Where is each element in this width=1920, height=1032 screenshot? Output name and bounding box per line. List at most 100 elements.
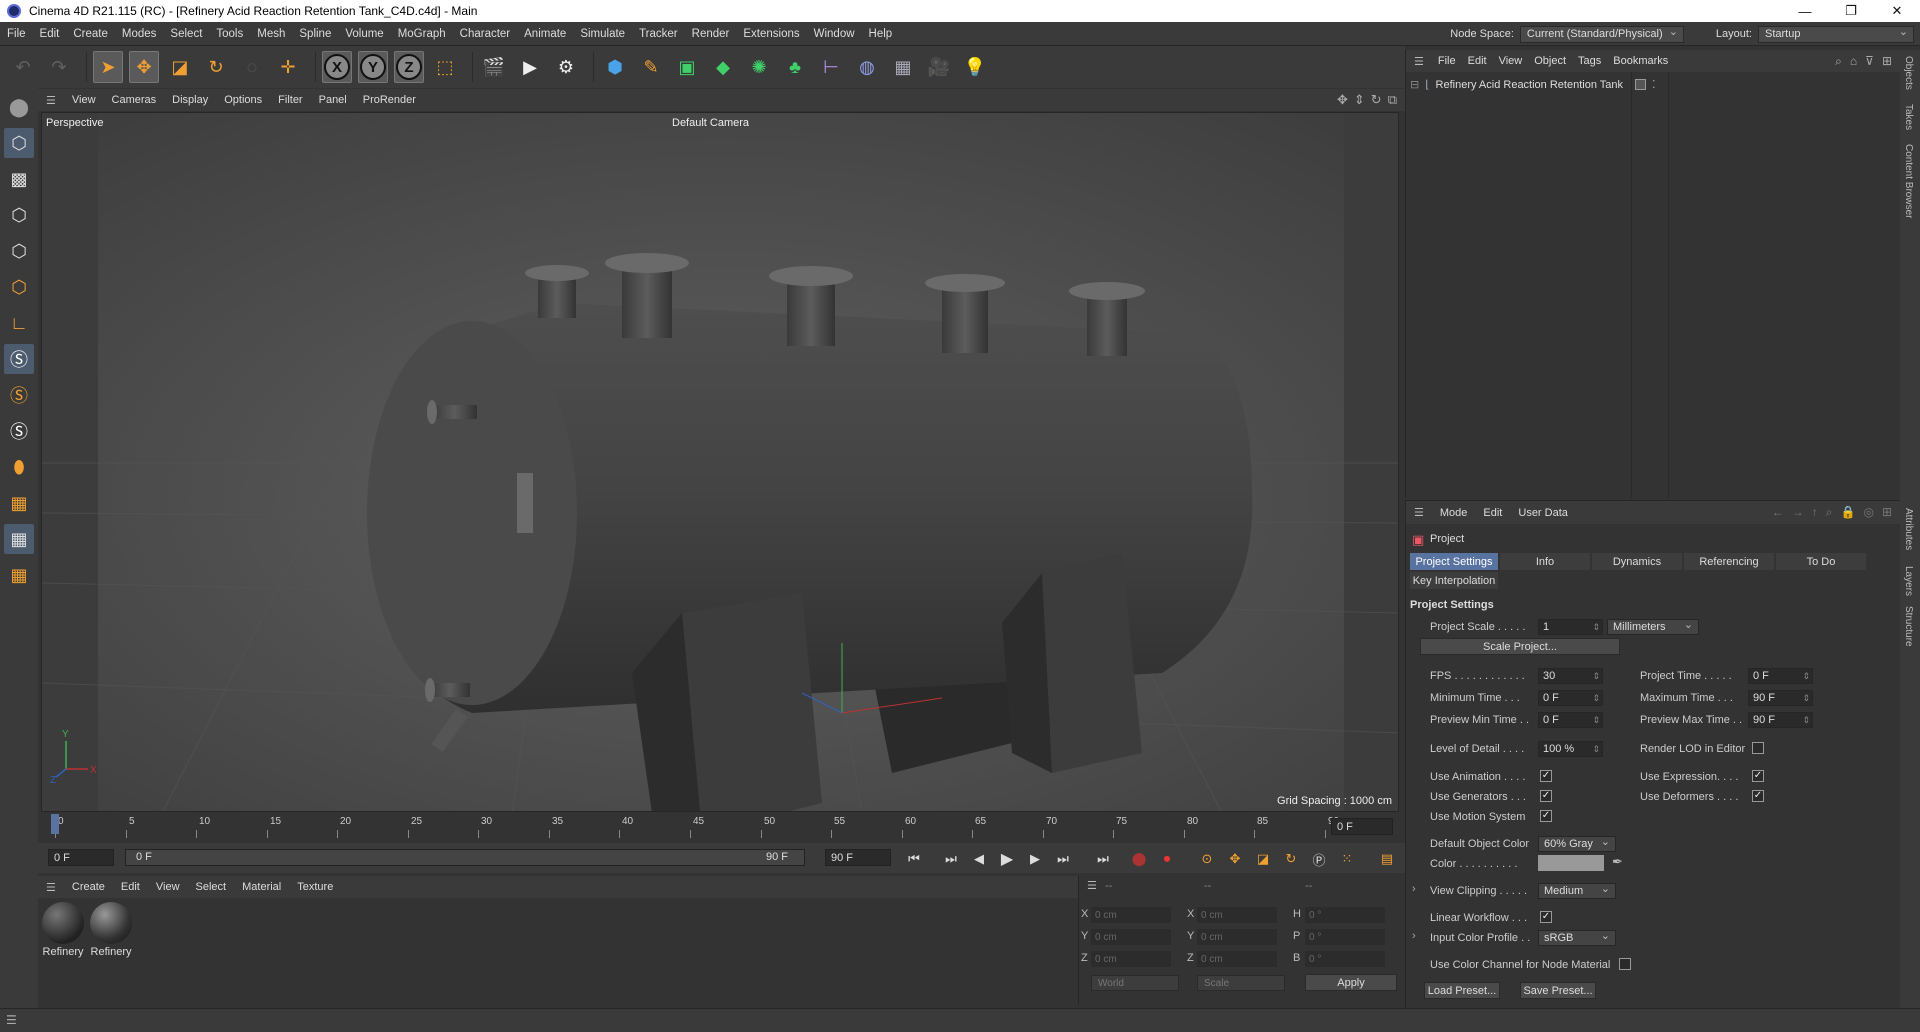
size-y-field[interactable]: 0 cm	[1197, 929, 1277, 945]
object-menu-file[interactable]: File	[1432, 55, 1462, 67]
menu-help[interactable]: Help	[862, 28, 900, 40]
forward-arrow-icon[interactable]: →	[1792, 505, 1804, 520]
viewport-zoom-icon[interactable]: ⇕	[1354, 92, 1365, 108]
coordinate-system-icon[interactable]: ✛	[273, 51, 303, 83]
viewport-rotate-icon[interactable]: ↻	[1371, 92, 1382, 108]
pos-y-field[interactable]: 0 cm	[1091, 929, 1171, 945]
tab-referencing[interactable]: Referencing	[1684, 553, 1774, 570]
key-position-icon[interactable]: ✥	[1224, 848, 1246, 870]
tab-project-settings[interactable]: Project Settings	[1410, 553, 1498, 570]
eyedropper-icon[interactable]: ✒	[1612, 854, 1623, 870]
object-menu-view[interactable]: View	[1493, 55, 1529, 67]
tab-key-interpolation[interactable]: Key Interpolation	[1410, 572, 1498, 589]
deformer-bend-icon[interactable]: ⊢	[816, 51, 846, 83]
linear-workflow-checkbox[interactable]: ✓	[1540, 911, 1552, 923]
viewport-camera-name[interactable]: Default Camera	[672, 117, 749, 129]
menu-spline[interactable]: Spline	[292, 28, 338, 40]
planar-workplane-icon[interactable]: ▦	[4, 560, 34, 590]
fps-field[interactable]: 30	[1538, 668, 1603, 684]
pos-z-field[interactable]: 0 cm	[1091, 951, 1171, 967]
key-parameter-icon[interactable]: Ⓟ	[1308, 848, 1330, 870]
status-hamburger-icon[interactable]: ☰	[6, 1013, 17, 1027]
object-filter-icon[interactable]: ⊽	[1865, 54, 1874, 69]
menu-animate[interactable]: Animate	[517, 28, 573, 40]
attribute-search-icon[interactable]: ⌕	[1826, 505, 1833, 520]
redo-icon[interactable]: ↷	[44, 51, 74, 83]
material-menu-select[interactable]: Select	[188, 881, 235, 893]
material-menu-texture[interactable]: Texture	[289, 881, 341, 893]
object-menu-edit[interactable]: Edit	[1462, 55, 1493, 67]
tab-objects[interactable]: Objects	[1903, 56, 1914, 90]
timeline-playhead[interactable]	[51, 814, 59, 834]
go-to-previous-key-icon[interactable]: ⏭	[940, 848, 962, 870]
scale-icon[interactable]: ◪	[165, 51, 195, 83]
mograph-cloner-icon[interactable]: ✺	[744, 51, 774, 83]
rot-p-field[interactable]: 0 °	[1305, 929, 1385, 945]
texture-mode-icon[interactable]: ▩	[4, 164, 34, 194]
field-icon[interactable]: ◍	[852, 51, 882, 83]
default-object-color-dropdown[interactable]: 60% Gray	[1538, 835, 1616, 852]
layout-dropdown[interactable]: Startup	[1758, 25, 1914, 43]
menu-volume[interactable]: Volume	[338, 28, 390, 40]
go-to-end-icon[interactable]: ⏭	[1092, 848, 1114, 870]
pen-spline-icon[interactable]: ✎	[636, 51, 666, 83]
rotate-icon[interactable]: ↻	[201, 51, 231, 83]
rot-h-field[interactable]: 0 °	[1305, 907, 1385, 923]
go-to-next-key-icon[interactable]: ⏭	[1052, 848, 1074, 870]
coordinate-mode-dropdown[interactable]: World	[1091, 975, 1179, 991]
make-editable-icon[interactable]: ⬤	[4, 92, 34, 122]
size-mode-dropdown[interactable]: Scale	[1197, 975, 1285, 991]
load-preset-button[interactable]: Load Preset...	[1424, 982, 1500, 999]
viewport-3d[interactable]: Y X Z Perspective Default Camera Grid Sp…	[41, 112, 1399, 812]
viewport-move-icon[interactable]: ✥	[1337, 92, 1348, 108]
keyframe-selection-icon[interactable]: ⊙	[1196, 848, 1218, 870]
preview-range-slider[interactable]: 0 F 90 F	[125, 849, 805, 866]
node-space-dropdown[interactable]: Current (Standard/Physical)	[1519, 25, 1684, 43]
previous-frame-icon[interactable]: ◀	[968, 848, 990, 870]
material-hamburger-icon[interactable]: ☰	[38, 881, 64, 894]
tweak-mode-icon[interactable]: ⬮	[4, 452, 34, 482]
x-axis-lock-icon[interactable]: X	[322, 51, 352, 83]
viewport-menu-display[interactable]: Display	[164, 94, 216, 106]
menu-mograph[interactable]: MoGraph	[391, 28, 453, 40]
record-active-objects-icon[interactable]: ⬤	[1128, 848, 1150, 870]
menu-tracker[interactable]: Tracker	[632, 28, 685, 40]
maximize-button[interactable]: ❐	[1828, 0, 1874, 22]
workplane-icon[interactable]: ▦	[4, 488, 34, 518]
z-axis-lock-icon[interactable]: Z	[394, 51, 424, 83]
use-animation-checkbox[interactable]: ✓	[1540, 770, 1552, 782]
minimize-button[interactable]: —	[1782, 0, 1828, 22]
maximum-time-field[interactable]: 90 F	[1748, 690, 1813, 706]
snap-icon[interactable]: Ⓢ	[4, 344, 34, 374]
viewport-menu-panel[interactable]: Panel	[311, 94, 355, 106]
size-x-field[interactable]: 0 cm	[1197, 907, 1277, 923]
attribute-menu-user-data[interactable]: User Data	[1510, 507, 1576, 519]
tab-takes[interactable]: Takes	[1903, 104, 1914, 130]
material-menu-view[interactable]: View	[148, 881, 188, 893]
up-arrow-icon[interactable]: ↑	[1812, 505, 1818, 520]
render-lod-checkbox[interactable]	[1752, 742, 1764, 754]
play-icon[interactable]: ▶	[996, 848, 1018, 870]
end-frame-field[interactable]: 90 F	[825, 849, 891, 866]
extrude-generator-icon[interactable]: ◆	[708, 51, 738, 83]
menu-select[interactable]: Select	[163, 28, 209, 40]
go-to-start-icon[interactable]: ⏮	[903, 848, 925, 870]
use-motion-system-checkbox[interactable]: ✓	[1540, 810, 1552, 822]
model-mode-icon[interactable]: ⬡	[4, 128, 34, 158]
coordinates-hamburger-icon[interactable]: ☰	[1087, 879, 1097, 892]
view-clipping-expand-icon[interactable]: ›	[1412, 883, 1416, 895]
menu-render[interactable]: Render	[685, 28, 737, 40]
snap-settings-icon[interactable]: Ⓢ	[4, 380, 34, 410]
editor-render-dots-icon[interactable]: ⁚	[1652, 78, 1656, 91]
minimum-time-field[interactable]: 0 F	[1538, 690, 1603, 706]
next-frame-icon[interactable]: ▶	[1024, 848, 1046, 870]
key-rotation-icon[interactable]: ↻	[1280, 848, 1302, 870]
material-menu-edit[interactable]: Edit	[113, 881, 148, 893]
tab-structure[interactable]: Structure	[1903, 606, 1914, 647]
use-expression-checkbox[interactable]: ✓	[1752, 770, 1764, 782]
attribute-hamburger-icon[interactable]: ☰	[1406, 506, 1432, 519]
lock-icon[interactable]: 🔒	[1841, 505, 1856, 520]
level-of-detail-field[interactable]: 100 %	[1538, 741, 1603, 757]
move-icon[interactable]: ✥	[129, 51, 159, 83]
input-color-profile-expand-icon[interactable]: ›	[1412, 930, 1416, 942]
